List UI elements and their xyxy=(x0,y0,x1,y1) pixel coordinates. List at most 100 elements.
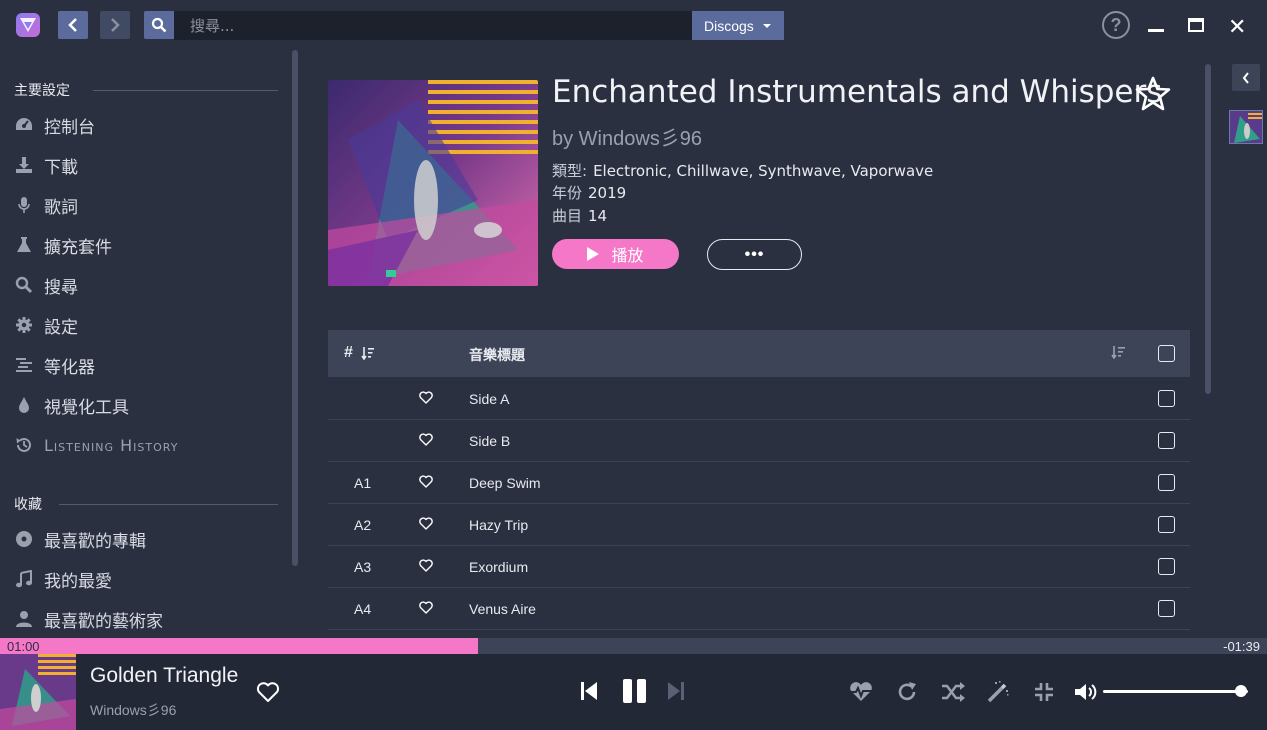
sidebar-item-label: 搜尋 xyxy=(44,277,78,298)
track-title: Side B xyxy=(469,433,511,449)
app-logo-icon xyxy=(16,13,40,37)
toggle-right-panel-button[interactable] xyxy=(1232,64,1260,91)
forward-button[interactable] xyxy=(100,11,130,39)
sidebar-item-label: 最喜歡的專輯 xyxy=(44,531,146,552)
track-favorite-button[interactable] xyxy=(419,433,433,451)
track-row[interactable]: A4 Venus Aire xyxy=(328,588,1190,630)
favorite-track-button[interactable] xyxy=(256,681,280,708)
previous-button[interactable] xyxy=(580,680,598,707)
search-button[interactable] xyxy=(144,11,174,39)
repeat-button[interactable] xyxy=(896,681,918,708)
track-row[interactable]: Side B xyxy=(328,420,1190,462)
track-favorite-button[interactable] xyxy=(419,517,433,535)
album-title: Enchanted Instrumentals and Whispers xyxy=(552,74,1163,110)
sidebar-item-favorite-artists[interactable]: 最喜歡的藝術家 xyxy=(14,604,163,634)
track-row[interactable]: A3 Exordium xyxy=(328,546,1190,588)
main-scrollbar[interactable] xyxy=(1205,64,1211,394)
history-icon xyxy=(14,435,34,455)
track-favorite-button[interactable] xyxy=(419,391,433,409)
now-playing-title[interactable]: Golden Triangle xyxy=(90,664,238,688)
track-checkbox[interactable] xyxy=(1158,558,1175,575)
download-icon xyxy=(14,155,34,175)
sidebar-item-label: 設定 xyxy=(44,317,78,338)
track-favorite-button[interactable] xyxy=(419,475,433,493)
mini-player-button[interactable] xyxy=(1034,682,1054,707)
queue-thumbnail[interactable] xyxy=(1229,110,1263,144)
volume-slider-handle[interactable] xyxy=(1234,685,1247,697)
sidebar-item-label: 下載 xyxy=(44,157,78,178)
track-number: A3 xyxy=(354,559,372,575)
back-button[interactable] xyxy=(58,11,88,39)
sort-button[interactable] xyxy=(1111,345,1127,364)
maximize-button[interactable] xyxy=(1188,18,1204,32)
track-favorite-button[interactable] xyxy=(419,559,433,577)
sidebar-item-label: 歌詞 xyxy=(44,197,78,218)
next-button[interactable] xyxy=(667,680,685,707)
more-options-button[interactable]: ••• xyxy=(707,239,802,270)
heart-icon xyxy=(419,517,433,530)
track-title: Hazy Trip xyxy=(469,517,529,533)
skip-previous-icon xyxy=(581,682,597,700)
remaining-time: -01:39 xyxy=(1223,639,1260,654)
sort-icon xyxy=(361,347,374,360)
album-artist[interactable]: by Windows彡96 xyxy=(552,122,702,151)
source-dropdown-label: Discogs xyxy=(704,17,754,34)
equalizer-icon xyxy=(14,355,34,375)
album-tracks-row: 曲目 14 xyxy=(552,205,607,226)
album-cover[interactable] xyxy=(328,80,538,286)
column-number-label: # xyxy=(344,344,353,361)
tracks-value: 14 xyxy=(588,207,608,225)
volume-button[interactable] xyxy=(1074,682,1100,707)
magic-wand-button[interactable] xyxy=(987,681,1009,708)
volume-icon xyxy=(1075,684,1097,700)
now-playing-artist[interactable]: Windows彡96 xyxy=(90,700,176,720)
sidebar-item-label: 等化器 xyxy=(44,357,95,378)
select-all-checkbox[interactable] xyxy=(1158,345,1175,362)
sidebar-scrollbar[interactable] xyxy=(292,50,298,566)
now-playing-cover[interactable] xyxy=(0,654,76,730)
close-button[interactable]: ✕ xyxy=(1228,14,1246,40)
title-bar: Discogs ? ✕ xyxy=(0,0,1267,50)
sidebar-item-lyrics[interactable]: 歌詞 xyxy=(14,190,78,220)
heart-icon xyxy=(419,391,433,404)
sidebar-item-listening-history[interactable]: Listening History xyxy=(14,430,178,460)
minimize-button[interactable] xyxy=(1148,29,1164,32)
repeat-icon xyxy=(898,682,916,701)
sidebar-item-label: 擴充套件 xyxy=(44,237,112,258)
sidebar-item-favorites[interactable]: 我的最愛 xyxy=(14,564,112,594)
volume-slider[interactable] xyxy=(1103,690,1248,693)
search-icon xyxy=(151,17,167,33)
favorite-star-button[interactable] xyxy=(1134,76,1172,117)
help-button[interactable]: ? xyxy=(1102,11,1130,39)
play-album-button[interactable]: 播放 xyxy=(552,239,679,269)
pause-button[interactable] xyxy=(622,678,648,709)
track-favorite-button[interactable] xyxy=(419,601,433,619)
heartbeat-button[interactable] xyxy=(848,682,874,707)
disc-icon xyxy=(14,529,34,549)
shuffle-icon xyxy=(942,682,965,702)
track-checkbox[interactable] xyxy=(1158,432,1175,449)
track-checkbox[interactable] xyxy=(1158,390,1175,407)
source-dropdown[interactable]: Discogs xyxy=(692,11,784,40)
sidebar-item-favorite-albums[interactable]: 最喜歡的專輯 xyxy=(14,524,146,554)
sidebar: 主要設定 控制台 下載 歌詞 擴充套件 搜尋 設定 等化器 視覺化工具 List… xyxy=(0,50,300,638)
sidebar-item-plugins[interactable]: 擴充套件 xyxy=(14,230,112,260)
sidebar-item-download[interactable]: 下載 xyxy=(14,150,78,180)
sidebar-item-visualizer[interactable]: 視覺化工具 xyxy=(14,390,129,420)
sidebar-item-settings[interactable]: 設定 xyxy=(14,310,78,340)
progress-bar[interactable] xyxy=(0,638,1267,654)
track-row[interactable]: Side A xyxy=(328,378,1190,420)
sidebar-item-equalizer[interactable]: 等化器 xyxy=(14,350,95,380)
shuffle-button[interactable] xyxy=(941,682,965,707)
track-row[interactable]: A2 Hazy Trip xyxy=(328,504,1190,546)
gear-icon xyxy=(14,315,34,335)
track-checkbox[interactable] xyxy=(1158,516,1175,533)
column-title[interactable]: 音樂標題 xyxy=(469,345,525,365)
sidebar-item-dashboard[interactable]: 控制台 xyxy=(14,110,95,140)
track-checkbox[interactable] xyxy=(1158,474,1175,491)
track-checkbox[interactable] xyxy=(1158,600,1175,617)
track-row[interactable]: A1 Deep Swim xyxy=(328,462,1190,504)
column-number[interactable]: # xyxy=(344,344,375,362)
search-input[interactable] xyxy=(174,11,692,40)
sidebar-item-search[interactable]: 搜尋 xyxy=(14,270,78,300)
